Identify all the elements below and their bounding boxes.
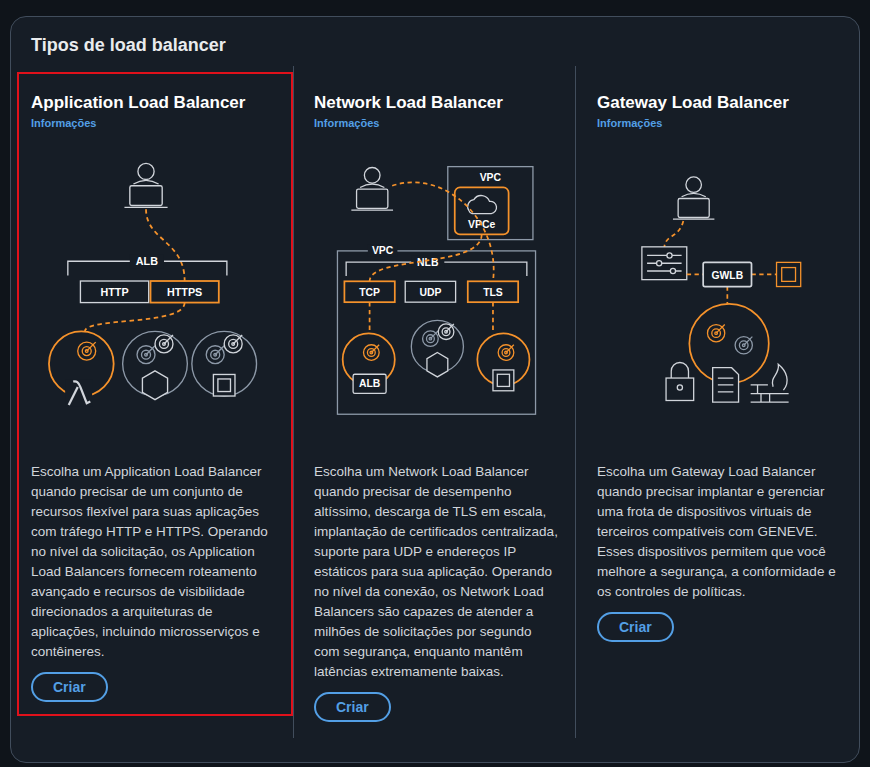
- load-balancer-card[interactable]: Network Load BalancerInformaçõesVPCVPCeV…: [293, 66, 575, 738]
- bullseye-icon: [206, 346, 224, 364]
- target-alb-box: [353, 374, 386, 393]
- panel-title: Tipos de load balancer: [31, 34, 859, 56]
- svg-text:TCP: TCP: [359, 287, 380, 298]
- info-link[interactable]: Informações: [597, 116, 662, 130]
- target-alb-label: ALB: [359, 378, 381, 389]
- svg-text:HTTP: HTTP: [101, 286, 129, 298]
- card-description: Escolha um Application Load Balancer qua…: [31, 462, 279, 662]
- user-icon: [673, 177, 714, 219]
- chip-icon: [213, 374, 235, 396]
- target-circle: [192, 331, 257, 396]
- listener-box: UDP: [405, 281, 455, 302]
- rules-icon: [642, 247, 687, 280]
- lock-icon: [666, 363, 694, 401]
- bullseye-icon: [364, 345, 380, 361]
- container-icon: [142, 371, 167, 400]
- info-link[interactable]: Informações: [314, 116, 379, 130]
- load-balancer-types-panel: Tipos de load balancer Application Load B…: [10, 16, 860, 763]
- bullseye-icon: [498, 345, 514, 361]
- info-link[interactable]: Informações: [31, 116, 96, 130]
- create-button[interactable]: Criar: [597, 612, 674, 642]
- user-icon: [124, 163, 167, 207]
- alb-diagram: ALB HTTP HTTPS: [31, 140, 279, 440]
- bullseye-icon: [137, 346, 155, 364]
- load-balancer-card[interactable]: Application Load Balancer Informações ALB H…: [17, 72, 293, 716]
- bullseye-icon: [438, 324, 454, 340]
- firewall-icon: [751, 364, 789, 402]
- listener-box: HTTPS: [151, 281, 219, 303]
- alb-group-label: ALB: [136, 255, 158, 267]
- gwlb-diagram: GWLB: [597, 140, 843, 440]
- user-icon: [351, 168, 393, 211]
- bullseye-icon: [735, 337, 752, 354]
- card-title: Network Load Balancer: [314, 92, 503, 114]
- vpc-label: VPC: [372, 245, 394, 256]
- endpoint-vpc-label: VPC: [480, 172, 502, 183]
- bullseye-icon: [224, 335, 242, 353]
- card-grid: Application Load Balancer Informações ALB H…: [17, 66, 859, 738]
- target-circle: [477, 333, 529, 385]
- create-button[interactable]: Criar: [314, 692, 391, 722]
- lambda-icon: [69, 381, 91, 405]
- card-title: Application Load Balancer: [31, 92, 245, 114]
- listener-box: TCP: [344, 281, 394, 302]
- chip-icon: [493, 370, 514, 391]
- svg-text:TLS: TLS: [483, 287, 503, 298]
- bullseye-icon: [78, 342, 96, 360]
- document-icon: [713, 368, 739, 403]
- bullseye-icon: [155, 335, 173, 353]
- svg-text:HTTPS: HTTPS: [167, 286, 202, 298]
- bullseye-icon: [707, 325, 724, 342]
- svg-text:UDP: UDP: [419, 287, 441, 298]
- card-description: Escolha um Gateway Load Balancer quando …: [597, 462, 843, 602]
- card-title: Gateway Load Balancer: [597, 92, 789, 114]
- load-balancer-card[interactable]: Gateway Load Balancer Informações GWLB Esco…: [575, 66, 859, 738]
- chip-icon: [777, 262, 801, 286]
- create-button[interactable]: Criar: [31, 672, 108, 702]
- container-icon: [427, 353, 448, 377]
- gwlb-label: GWLB: [712, 270, 744, 281]
- listener-box: TLS: [468, 281, 518, 302]
- page: Tipos de load balancer Application Load B…: [0, 0, 870, 767]
- bullseye-icon: [423, 331, 439, 347]
- nlb-diagram: VPCVPCeVPCNLBTCPUDPTLSALB: [314, 140, 559, 440]
- listener-box: HTTP: [80, 281, 148, 303]
- card-description: Escolha um Network Load Balancer quando …: [314, 462, 559, 682]
